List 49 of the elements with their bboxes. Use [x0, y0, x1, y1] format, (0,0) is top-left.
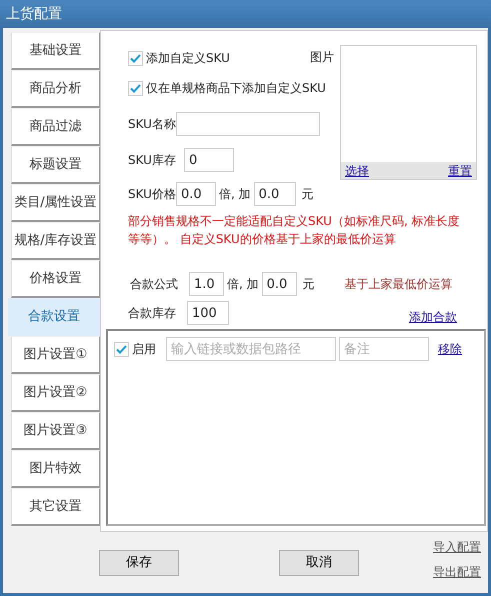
input-field[interactable]: 0 — [184, 148, 234, 172]
input-field[interactable]: 0.0 — [254, 182, 296, 206]
dialog-button[interactable]: 取消 — [279, 550, 359, 576]
config-link[interactable]: 导出配置 — [433, 563, 481, 581]
input-field[interactable]: 100 — [187, 301, 229, 325]
field-label: 合款公式 — [130, 276, 179, 293]
hint-text: 基于上家最低价运算 — [344, 276, 453, 293]
input-field[interactable]: 0.0 — [262, 272, 297, 296]
sidebar-tab[interactable]: 商品分析 — [11, 70, 101, 108]
config-link[interactable]: 导入配置 — [433, 538, 481, 556]
field-label: 倍, 加 — [227, 276, 259, 293]
sidebar-tab[interactable]: 图片特效 — [11, 450, 101, 488]
sidebar-tab[interactable]: 类目/属性设置 — [11, 184, 101, 222]
input-field[interactable] — [176, 112, 320, 136]
field-label: 元 — [302, 276, 315, 293]
sidebar-tab[interactable]: 图片设置① — [11, 336, 101, 374]
sidebar-tab[interactable]: 合款设置 — [8, 298, 100, 336]
field-label: 倍, 加 — [218, 186, 251, 203]
input-field[interactable]: 备注 — [339, 337, 429, 361]
remove-link[interactable]: 移除 — [438, 340, 462, 358]
checkbox-label: 仅在单规格商品下添加自定义SKU — [146, 80, 326, 97]
sidebar-tab[interactable]: 图片设置③ — [11, 412, 101, 450]
sidebar-tab[interactable]: 价格设置 — [11, 260, 101, 298]
field-label: SKU库存 — [128, 152, 177, 169]
input-field[interactable]: 0.0 — [176, 182, 216, 206]
sidebar-tab[interactable]: 规格/库存设置 — [11, 222, 101, 260]
dialog-button[interactable]: 保存 — [99, 550, 179, 576]
checkbox[interactable] — [128, 80, 143, 96]
sidebar-tab[interactable]: 图片设置② — [11, 374, 101, 412]
field-label: 元 — [302, 186, 314, 203]
add-link[interactable]: 添加合款 — [409, 308, 457, 326]
checkbox[interactable] — [128, 50, 143, 66]
window-title: 上货配置 — [6, 4, 62, 24]
sidebar-tab[interactable]: 其它设置 — [11, 488, 101, 526]
field-label: 合款库存 — [128, 305, 177, 322]
input-field[interactable]: 1.0 — [189, 272, 224, 296]
field-label: 图片 — [310, 49, 334, 66]
sidebar-tab[interactable]: 标题设置 — [11, 146, 101, 184]
field-label: SKU价格 — [128, 186, 176, 203]
sidebar-tab[interactable]: 基础设置 — [11, 32, 101, 70]
sidebar-tab[interactable]: 商品过滤 — [11, 108, 101, 146]
warning-text: 部分销售规格不一定能适配自定义SKU（如标准尺码, 标准长度等等）。 自定义SKU的价格基于上家的最低价运算 — [128, 213, 461, 248]
reset-link[interactable]: 重置 — [448, 162, 472, 180]
checkbox[interactable] — [114, 342, 129, 356]
checkbox-label: 启用 — [132, 341, 156, 358]
field-label: SKU名称 — [128, 116, 176, 133]
input-field[interactable]: 输入链接或数据包路径 — [166, 337, 336, 361]
checkbox-label: 添加自定义SKU — [146, 50, 230, 67]
select-link[interactable]: 选择 — [345, 162, 369, 180]
